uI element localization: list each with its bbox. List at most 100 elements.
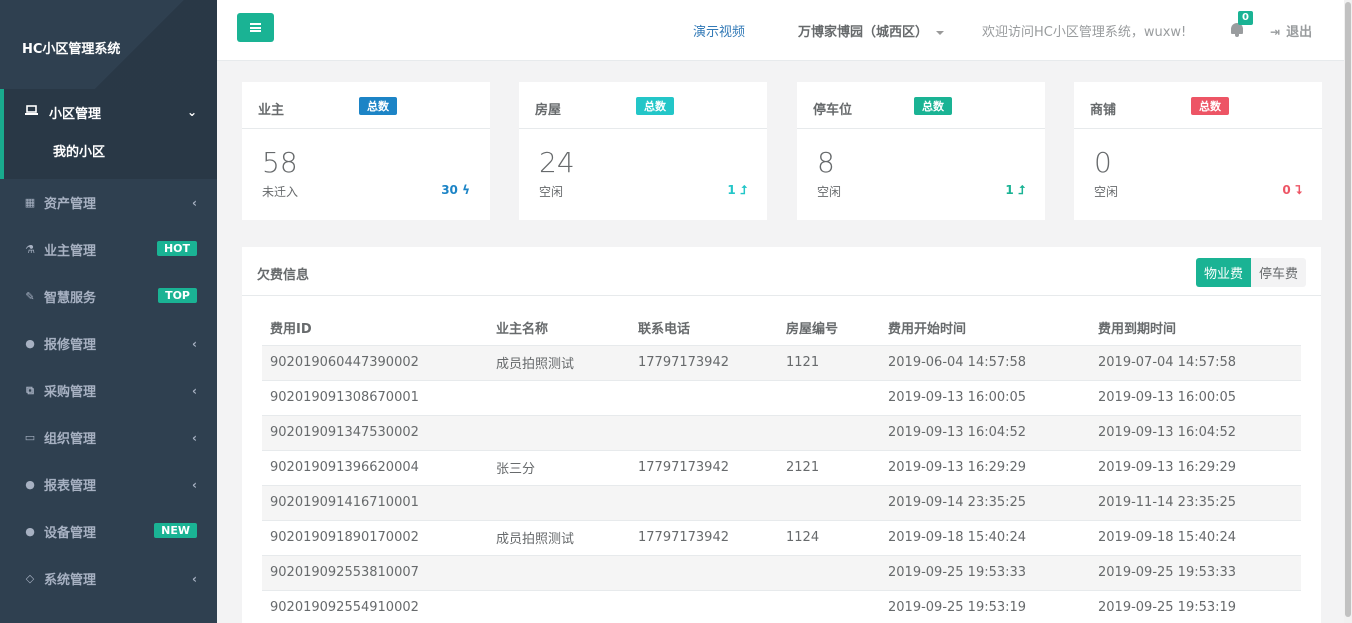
sidebar-item-community[interactable]: 小区管理 ⌄ bbox=[4, 89, 217, 135]
chevron-left-icon: ‹ bbox=[192, 383, 197, 398]
stat-card: 商铺 总数 0 空闲 0 ⮧ bbox=[1074, 82, 1322, 220]
stat-card-header: 房屋 总数 bbox=[519, 82, 767, 129]
logout-label: 退出 bbox=[1286, 25, 1313, 40]
sidebar-subitem-my-community[interactable]: 我的小区 bbox=[4, 135, 217, 179]
table-cell: 17797173942 bbox=[630, 519, 778, 555]
notification-count: 0 bbox=[1238, 11, 1253, 25]
stat-card: 房屋 总数 24 空闲 1 ⮥ bbox=[519, 82, 767, 220]
sidebar-item[interactable]: ⚗ 业主管理 HOT bbox=[0, 226, 217, 273]
stat-card-change-value: 30 bbox=[441, 183, 458, 197]
sidebar-group-community: 小区管理 ⌄ 我的小区 bbox=[0, 89, 217, 179]
table-cell bbox=[778, 554, 880, 590]
table-cell: 2121 bbox=[778, 449, 880, 485]
chevron-left-icon: ‹ bbox=[192, 195, 197, 210]
hamburger-icon bbox=[250, 23, 261, 32]
sidebar-item[interactable]: ✎ 智慧服务 TOP bbox=[0, 273, 217, 320]
stat-card-label: 总数 bbox=[914, 97, 952, 115]
table-cell: 2019-09-13 16:29:29 bbox=[1090, 449, 1301, 485]
table-cell: 902019092554910002 bbox=[262, 589, 488, 623]
table-cell: 2019-09-25 19:53:19 bbox=[1090, 589, 1301, 623]
sidebar-item-badge: HOT bbox=[156, 241, 197, 256]
table-header-row: 费用ID 业主名称 联系电话 房屋编号 费用开始时间 费用到期时间 bbox=[262, 310, 1301, 346]
table-row: 902019091416710001 2019-09-14 23:35:25 201… bbox=[262, 484, 1301, 520]
stat-card-header: 业主 总数 bbox=[242, 82, 490, 129]
community-dropdown[interactable]: 万博家博园（城西区） bbox=[798, 21, 945, 40]
sidebar-item[interactable]: ▭ 组织管理 ‹ bbox=[0, 414, 217, 461]
globe-icon: ● bbox=[25, 337, 35, 350]
panel-header: 欠费信息 物业费 停车费 bbox=[242, 247, 1321, 296]
chevron-left-icon: ‹ bbox=[192, 336, 197, 351]
chevron-left-icon: ‹ bbox=[192, 571, 197, 586]
stat-card-title: 业主 bbox=[258, 103, 285, 118]
table-cell bbox=[630, 484, 778, 520]
panel-title: 欠费信息 bbox=[257, 268, 310, 283]
scrollbar-thumb[interactable] bbox=[1345, 2, 1351, 617]
table-cell bbox=[488, 554, 630, 590]
table-cell bbox=[778, 414, 880, 450]
stat-card-title: 停车位 bbox=[813, 103, 853, 118]
parking-fee-button[interactable]: 停车费 bbox=[1250, 258, 1306, 287]
table-cell: 902019091416710001 bbox=[262, 484, 488, 520]
stat-card-label: 总数 bbox=[1191, 97, 1229, 115]
chevron-left-icon: ‹ bbox=[192, 477, 197, 492]
table-cell: 902019091347530002 bbox=[262, 414, 488, 450]
stat-card-caption: 空闲 bbox=[1094, 185, 1119, 199]
column-header: 费用到期时间 bbox=[1090, 310, 1301, 346]
sidebar-item-label: 报表管理 bbox=[44, 479, 97, 494]
sidebar-item[interactable]: ● 报表管理 ‹ bbox=[0, 461, 217, 508]
sidebar-item-label: 报修管理 bbox=[44, 338, 97, 353]
property-fee-button[interactable]: 物业费 bbox=[1195, 258, 1251, 287]
stat-card-header: 停车位 总数 bbox=[797, 82, 1045, 129]
table-row: 902019091308670001 2019-09-13 16:00:05 201… bbox=[262, 379, 1301, 415]
sidebar-item-label: 小区管理 bbox=[49, 106, 102, 122]
table-cell bbox=[778, 379, 880, 415]
stat-card-change-value: 1 bbox=[727, 183, 736, 197]
trend-icon: ⮥ bbox=[739, 183, 747, 197]
table-cell: 成员拍照测试 bbox=[488, 344, 630, 380]
stat-card-header: 商铺 总数 bbox=[1074, 82, 1322, 129]
table-cell bbox=[488, 484, 630, 520]
sidebar-item[interactable]: ⧉ 采购管理 ‹ bbox=[0, 367, 217, 414]
laptop-icon bbox=[25, 105, 43, 119]
table-cell bbox=[630, 379, 778, 415]
sidebar-item[interactable]: ● 报修管理 ‹ bbox=[0, 320, 217, 367]
table-cell: 17797173942 bbox=[630, 344, 778, 380]
table-cell: 17797173942 bbox=[630, 449, 778, 485]
table-row: 902019092554910002 2019-09-25 19:53:19 201… bbox=[262, 589, 1301, 623]
demo-video-link[interactable]: 演示视频 bbox=[693, 21, 745, 40]
brand-title: HC小区管理系统 bbox=[22, 42, 121, 57]
table-cell bbox=[488, 589, 630, 623]
arrears-table: 费用ID 业主名称 联系电话 房屋编号 费用开始时间 费用到期时间 90201906044… bbox=[262, 310, 1301, 623]
table-row: 902019091347530002 2019-09-13 16:04:52 201… bbox=[262, 414, 1301, 450]
table-cell: 张三分 bbox=[488, 449, 630, 485]
globe-icon: ● bbox=[25, 478, 35, 491]
sign-out-icon: ⇥ bbox=[1270, 25, 1281, 39]
table-cell bbox=[488, 379, 630, 415]
trend-icon: ⮧ bbox=[1294, 183, 1302, 197]
desktop-icon: ▭ bbox=[24, 431, 36, 444]
stat-card-caption: 空闲 bbox=[539, 185, 564, 199]
stat-card-label: 总数 bbox=[636, 97, 674, 115]
sidebar-item[interactable]: ◇ 系统管理 ‹ bbox=[0, 555, 217, 602]
column-header: 业主名称 bbox=[488, 310, 630, 346]
column-header: 联系电话 bbox=[630, 310, 778, 346]
stat-card-value: 58 bbox=[262, 146, 298, 179]
table-row: 902019092553810007 2019-09-25 19:53:33 201… bbox=[262, 554, 1301, 590]
table-cell: 2019-09-18 15:40:24 bbox=[1090, 519, 1301, 555]
logout-button[interactable]: ⇥ 退出 bbox=[1270, 21, 1312, 40]
sidebar-item[interactable]: ▦ 资产管理 ‹ bbox=[0, 179, 217, 226]
edit-icon: ✎ bbox=[25, 290, 35, 303]
trend-icon: ϟ bbox=[462, 183, 470, 197]
stat-card-label: 总数 bbox=[359, 97, 397, 115]
stat-card: 业主 总数 58 未迁入 30 ϟ bbox=[242, 82, 490, 220]
menu-toggle-button[interactable] bbox=[237, 13, 274, 42]
trend-icon: ⮥ bbox=[1017, 183, 1025, 197]
stat-card-value: 0 bbox=[1094, 146, 1112, 179]
table-cell: 2019-07-04 14:57:58 bbox=[1090, 344, 1301, 380]
table-cell: 1124 bbox=[778, 519, 880, 555]
sidebar-item[interactable]: ● 设备管理 NEW bbox=[0, 508, 217, 555]
sidebar: HC小区管理系统 小区管理 ⌄ 我的小区 ▦ 资产管理 ‹ ⚗ 业主管理 HOT ✎ 智慧服务… bbox=[0, 0, 217, 623]
table-cell bbox=[630, 589, 778, 623]
page-scrollbar[interactable] bbox=[1344, 0, 1352, 623]
stat-card-change-value: 0 bbox=[1282, 183, 1291, 197]
